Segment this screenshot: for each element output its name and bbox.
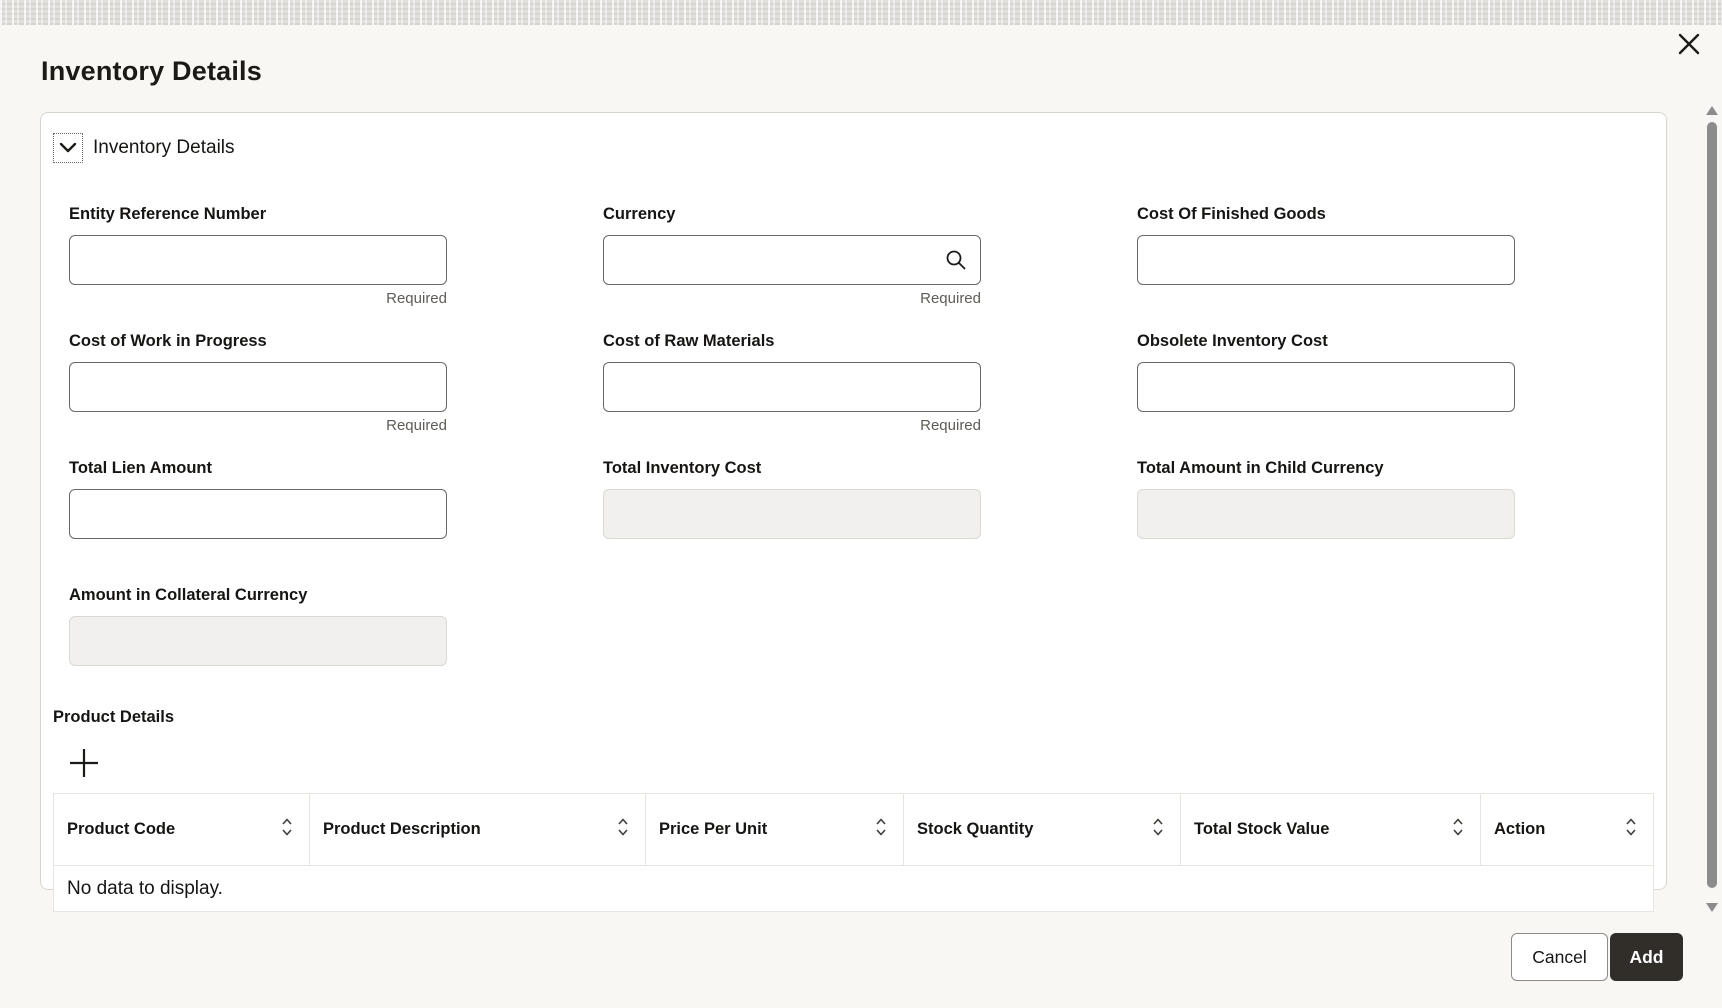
table-header-row: Product Code Product Description Price P…	[53, 793, 1654, 865]
required-hint	[1137, 544, 1515, 562]
sort-icon	[1452, 817, 1464, 842]
sort-icon	[875, 817, 887, 842]
section-header: Inventory Details	[53, 133, 1654, 163]
field-cost-of-work-in-progress: Cost of Work in Progress Required	[69, 332, 447, 435]
field-total-amount-in-child-currency: Total Amount in Child Currency	[1137, 459, 1515, 562]
inventory-form: Entity Reference Number Required Currenc…	[69, 205, 1654, 689]
scrollbar-thumb[interactable]	[1707, 122, 1717, 888]
field-label: Cost Of Finished Goods	[1137, 205, 1515, 224]
cancel-button[interactable]: Cancel	[1511, 933, 1608, 981]
field-total-lien-amount: Total Lien Amount	[69, 459, 447, 562]
field-entity-reference-number: Entity Reference Number Required	[69, 205, 447, 308]
scroll-down-arrow-icon[interactable]	[1706, 903, 1718, 912]
table-empty-row: No data to display.	[53, 865, 1654, 912]
page-background-strip	[0, 0, 1722, 25]
required-hint: Required	[603, 290, 981, 308]
field-label: Cost of Work in Progress	[69, 332, 447, 351]
field-label: Entity Reference Number	[69, 205, 447, 224]
obsolete-inventory-cost-input[interactable]	[1137, 362, 1515, 412]
column-header-product-code[interactable]: Product Code	[54, 794, 310, 865]
add-button[interactable]: Add	[1610, 933, 1683, 981]
add-product-row-button[interactable]	[67, 747, 101, 781]
field-cost-of-raw-materials: Cost of Raw Materials Required	[603, 332, 981, 435]
scroll-up-arrow-icon[interactable]	[1706, 106, 1718, 115]
footer-actions: Cancel Add	[1511, 933, 1683, 981]
field-cost-of-finished-goods: Cost Of Finished Goods	[1137, 205, 1515, 308]
sort-icon	[1152, 817, 1164, 842]
section-collapse-button[interactable]	[53, 133, 83, 163]
field-label: Obsolete Inventory Cost	[1137, 332, 1515, 351]
column-label: Product Description	[323, 820, 481, 839]
cost-of-raw-materials-input[interactable]	[603, 362, 981, 412]
field-amount-in-collateral-currency: Amount in Collateral Currency	[69, 586, 447, 689]
field-label: Amount in Collateral Currency	[69, 586, 447, 605]
required-hint	[1137, 417, 1515, 435]
field-label: Total Lien Amount	[69, 459, 447, 478]
close-button[interactable]	[1674, 30, 1704, 60]
column-header-product-description[interactable]: Product Description	[310, 794, 646, 865]
plus-icon	[68, 747, 100, 782]
column-header-total-stock-value[interactable]: Total Stock Value	[1181, 794, 1481, 865]
chevron-down-icon	[59, 141, 77, 156]
product-details-title: Product Details	[53, 708, 1654, 727]
column-label: Total Stock Value	[1194, 820, 1329, 839]
required-hint: Required	[69, 417, 447, 435]
required-hint	[603, 544, 981, 562]
sort-icon	[281, 817, 293, 842]
sort-icon	[617, 817, 629, 842]
field-obsolete-inventory-cost: Obsolete Inventory Cost	[1137, 332, 1515, 435]
x-icon	[1677, 32, 1701, 59]
modal-title: Inventory Details	[41, 56, 262, 87]
empty-message: No data to display.	[67, 878, 223, 900]
amount-in-collateral-currency-input	[69, 616, 447, 666]
total-lien-amount-input[interactable]	[69, 489, 447, 539]
sort-icon	[1625, 817, 1637, 842]
column-label: Product Code	[67, 820, 175, 839]
cost-of-finished-goods-input[interactable]	[1137, 235, 1515, 285]
search-icon[interactable]	[944, 248, 968, 272]
column-header-action[interactable]: Action	[1481, 794, 1653, 865]
total-inventory-cost-input	[603, 489, 981, 539]
entity-reference-number-input[interactable]	[69, 235, 447, 285]
inventory-details-panel: Inventory Details Entity Reference Numbe…	[40, 112, 1667, 890]
column-header-stock-quantity[interactable]: Stock Quantity	[904, 794, 1181, 865]
column-label: Action	[1494, 820, 1545, 839]
column-label: Price Per Unit	[659, 820, 767, 839]
required-hint	[69, 671, 447, 689]
required-hint: Required	[603, 417, 981, 435]
vertical-scrollbar[interactable]	[1705, 106, 1719, 912]
column-label: Stock Quantity	[917, 820, 1033, 839]
field-label: Cost of Raw Materials	[603, 332, 981, 351]
required-hint: Required	[69, 290, 447, 308]
column-header-price-per-unit[interactable]: Price Per Unit	[646, 794, 904, 865]
total-amount-in-child-currency-input	[1137, 489, 1515, 539]
field-label: Currency	[603, 205, 981, 224]
field-label: Total Inventory Cost	[603, 459, 981, 478]
cost-of-work-in-progress-input[interactable]	[69, 362, 447, 412]
field-total-inventory-cost: Total Inventory Cost	[603, 459, 981, 562]
currency-input[interactable]	[603, 235, 981, 285]
field-currency: Currency Required	[603, 205, 981, 308]
required-hint	[69, 544, 447, 562]
required-hint	[1137, 290, 1515, 308]
section-title: Inventory Details	[93, 137, 235, 159]
field-label: Total Amount in Child Currency	[1137, 459, 1515, 478]
product-details-table: Product Code Product Description Price P…	[53, 793, 1654, 912]
